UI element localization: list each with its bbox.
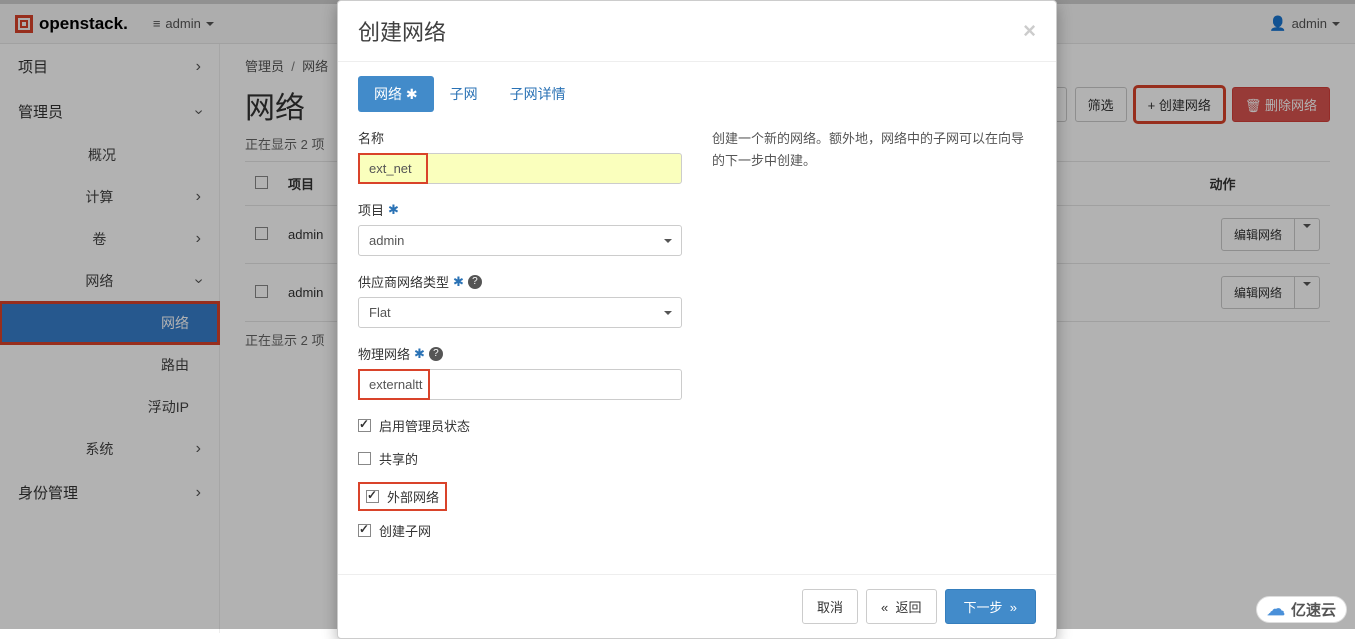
required-asterisk-icon: ✱ [406,86,418,102]
create-subnet-checkbox[interactable]: 创建子网 [358,521,682,540]
label: 共享的 [379,449,418,468]
enable-admin-state-checkbox[interactable]: 启用管理员状态 [358,416,682,435]
checkbox-icon [358,452,371,465]
checkbox-icon [366,490,379,503]
label: 创建子网 [379,521,431,540]
create-network-modal: 创建网络 × 网络 ✱ 子网 子网详情 名称 [337,0,1057,639]
tab-subnet-details[interactable]: 子网详情 [494,76,582,112]
label: 外部网络 [387,487,439,506]
provider-type-select[interactable]: Flat [358,297,682,328]
required-asterisk-icon: ✱ [414,346,425,362]
help-text: 创建一个新的网络。额外地，网络中的子网可以在向导的下一步中创建。 [712,128,1036,554]
checkbox-icon [358,524,371,537]
shared-checkbox[interactable]: 共享的 [358,449,682,468]
required-asterisk-icon: ✱ [453,274,464,290]
project-select[interactable]: admin [358,225,682,256]
help-icon[interactable]: ? [468,275,482,289]
watermark: ☁ 亿速云 [1256,596,1347,623]
tab-network[interactable]: 网络 ✱ [358,76,434,112]
label-project: 项目 [358,200,384,219]
external-network-checkbox[interactable]: 外部网络 [366,487,439,506]
modal-title: 创建网络 [358,15,446,47]
label-name: 名称 [358,128,682,147]
next-icon: » [1010,600,1017,615]
tab-subnet[interactable]: 子网 [434,76,494,112]
label-physical-network: 物理网络 [358,344,410,363]
tab-label: 网络 [374,86,402,102]
back-icon: « [881,600,888,615]
cancel-button[interactable]: 取消 [802,589,858,624]
close-icon[interactable]: × [1023,18,1036,44]
label-provider-type: 供应商网络类型 [358,272,449,291]
back-label: 返回 [896,600,922,615]
next-button[interactable]: 下一步 » [945,589,1036,624]
next-label: 下一步 [964,600,1003,615]
watermark-text: 亿速云 [1291,599,1336,620]
name-input[interactable] [358,153,682,184]
required-asterisk-icon: ✱ [388,202,399,218]
cloud-icon: ☁ [1267,599,1285,620]
help-icon[interactable]: ? [429,347,443,361]
checkbox-icon [358,419,371,432]
back-button[interactable]: « 返回 [866,589,936,624]
label: 启用管理员状态 [379,416,470,435]
physical-network-input[interactable] [358,369,682,400]
modal-tabs: 网络 ✱ 子网 子网详情 [358,76,1036,112]
